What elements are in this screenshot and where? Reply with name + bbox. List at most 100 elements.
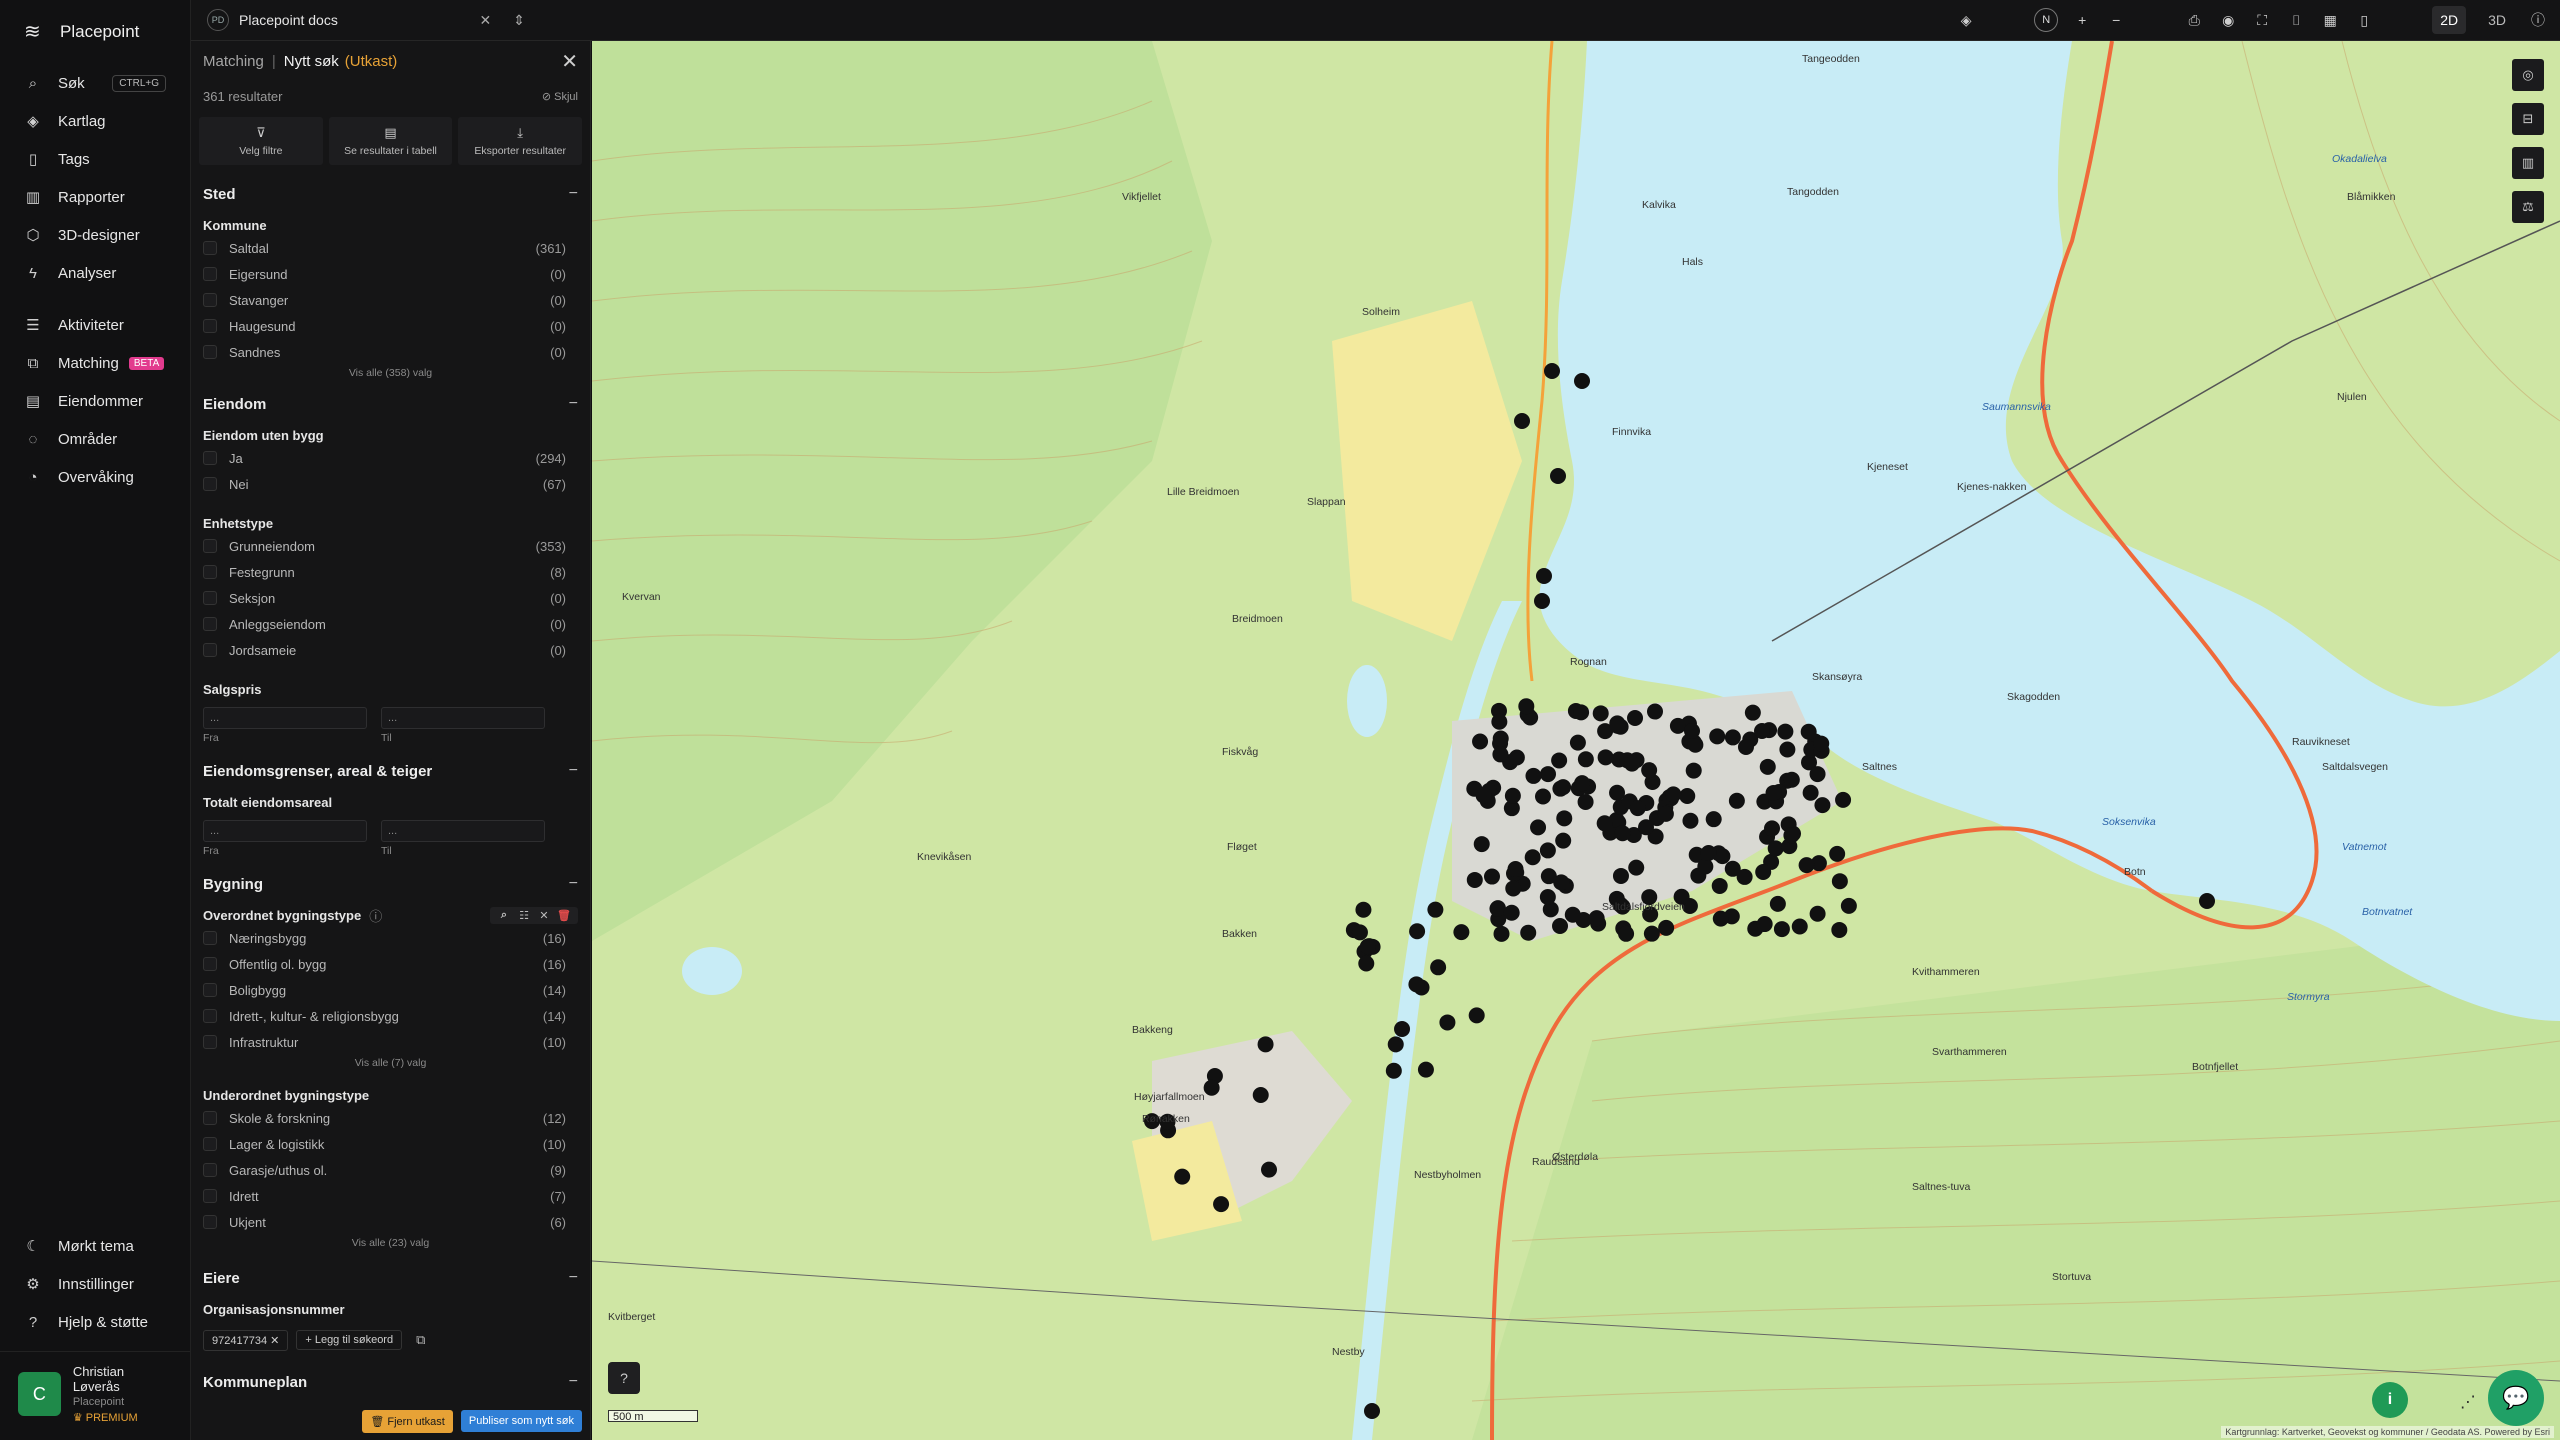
result-point[interactable] <box>1540 868 1557 885</box>
result-point[interactable] <box>1427 901 1444 918</box>
result-point[interactable] <box>1612 867 1629 884</box>
checkbox[interactable] <box>203 477 217 491</box>
result-point[interactable] <box>1409 923 1426 940</box>
result-point[interactable] <box>1439 1014 1456 1031</box>
result-point[interactable] <box>1539 889 1556 906</box>
result-point[interactable] <box>1629 800 1646 817</box>
nav-item-kartlag[interactable]: ◈ Kartlag <box>0 102 190 140</box>
nav-item-eiendommer[interactable]: ▤ Eiendommer <box>0 382 190 420</box>
map-canvas[interactable] <box>592 41 2560 1440</box>
result-point[interactable] <box>1724 729 1741 746</box>
result-point[interactable] <box>1385 1062 1402 1079</box>
result-point[interactable] <box>2199 893 2215 909</box>
result-point[interactable] <box>1492 746 1509 763</box>
result-point[interactable] <box>1783 827 1800 844</box>
filter-option[interactable]: Ja (294) <box>191 445 590 471</box>
result-point[interactable] <box>1472 733 1489 750</box>
result-point[interactable] <box>1777 723 1794 740</box>
checkbox[interactable] <box>203 267 217 281</box>
result-point[interactable] <box>1569 734 1586 751</box>
result-point[interactable] <box>1468 1007 1485 1024</box>
filter-option[interactable]: Haugesund (0) <box>191 313 590 339</box>
map-view[interactable]: Tangeodden Vikfjellet Tangodden Kalvika Hals… <box>592 41 2560 1440</box>
grid-icon[interactable]: ▦ <box>2320 10 2340 30</box>
result-point[interactable] <box>1453 924 1470 941</box>
checkbox[interactable] <box>203 1009 217 1023</box>
add-keyword-button[interactable]: + Legg til søkeord <box>296 1330 403 1350</box>
result-point[interactable] <box>1705 811 1722 828</box>
section-eiendomsgrenser[interactable]: Eiendomsgrenser, areal & teiger − <box>191 760 590 782</box>
section-eiere[interactable]: Eiere − <box>191 1267 590 1289</box>
collapse-icon[interactable]: − <box>569 185 578 203</box>
result-point[interactable] <box>1539 842 1556 859</box>
result-point[interactable] <box>1800 723 1817 740</box>
result-point[interactable] <box>1769 895 1786 912</box>
result-point[interactable] <box>1257 1036 1274 1053</box>
filter-option[interactable]: Jordsameie (0) <box>191 637 590 663</box>
result-point[interactable] <box>1387 1036 1404 1053</box>
filter-option[interactable]: Idrett (7) <box>191 1183 590 1209</box>
result-point[interactable] <box>1779 741 1796 758</box>
filter-option[interactable]: Festegrunn (8) <box>191 559 590 585</box>
print-icon[interactable]: ⎙ <box>2184 10 2204 30</box>
result-point[interactable] <box>1759 758 1776 775</box>
result-point[interactable] <box>1736 868 1753 885</box>
result-point[interactable] <box>1802 784 1819 801</box>
result-point[interactable] <box>1555 832 1572 849</box>
filter-option[interactable]: Lager & logistikk (10) <box>191 1131 590 1157</box>
areal-to-input[interactable]: ... <box>381 820 545 842</box>
nav-item-aktiviteter[interactable]: ☰ Aktiviteter <box>0 306 190 344</box>
filter-option[interactable]: Saltdal (361) <box>191 235 590 261</box>
result-point[interactable] <box>1614 825 1631 842</box>
checkbox[interactable] <box>203 293 217 307</box>
close-icon[interactable]: ✕ <box>536 909 552 922</box>
nav-item-overvaking[interactable]: ◔ Overvåking <box>0 458 190 496</box>
result-point[interactable] <box>1829 845 1846 862</box>
section-kommuneplan[interactable]: Kommuneplan − <box>191 1371 590 1393</box>
remove-draft-button[interactable]: 🗑 Fjern utkast <box>362 1409 453 1433</box>
eye-icon[interactable]: ◉ <box>2218 10 2238 30</box>
grip-icon[interactable]: ⋰ <box>2460 1392 2476 1412</box>
checkbox[interactable] <box>203 345 217 359</box>
result-point[interactable] <box>1687 736 1704 753</box>
publish-search-button[interactable]: Publiser som nytt søk <box>460 1410 582 1432</box>
checkbox[interactable] <box>203 1111 217 1125</box>
result-point[interactable] <box>1524 849 1541 866</box>
nav-item-3d-designer[interactable]: ⬡ 3D-designer <box>0 216 190 254</box>
list-icon[interactable]: ☷ <box>516 909 532 922</box>
result-point[interactable] <box>1658 919 1675 936</box>
salgspris-from-input[interactable]: ... <box>203 707 367 729</box>
checkbox[interactable] <box>203 643 217 657</box>
clear-icon[interactable]: ✕ <box>474 12 498 29</box>
result-point[interactable] <box>1394 1020 1411 1037</box>
result-point[interactable] <box>1609 717 1626 734</box>
result-point[interactable] <box>1638 819 1655 836</box>
select-filters-button[interactable]: ⊽ Velg filtre <box>199 117 323 165</box>
result-point[interactable] <box>1556 810 1573 827</box>
result-point[interactable] <box>1417 1061 1434 1078</box>
result-point[interactable] <box>1646 703 1663 720</box>
result-point[interactable] <box>1492 730 1509 747</box>
filter-option[interactable]: Nei (67) <box>191 471 590 497</box>
hide-button[interactable]: ⊘ Skjul <box>542 90 578 103</box>
result-point[interactable] <box>1355 901 1372 918</box>
result-point[interactable] <box>1505 880 1522 897</box>
nav-item-help[interactable]: ? Hjelp & støtte <box>0 1303 190 1341</box>
mode-3d-button[interactable]: 3D <box>2480 6 2514 34</box>
checkbox[interactable] <box>203 931 217 945</box>
result-point[interactable] <box>1597 749 1614 766</box>
result-point[interactable] <box>1493 925 1510 942</box>
checkbox[interactable] <box>203 565 217 579</box>
nav-item-tags[interactable]: ▯ Tags <box>0 140 190 178</box>
result-point[interactable] <box>1364 1403 1380 1419</box>
checkbox[interactable] <box>203 1189 217 1203</box>
result-point[interactable] <box>1618 925 1635 942</box>
result-point[interactable] <box>1609 784 1626 801</box>
result-point[interactable] <box>1764 820 1781 837</box>
checkbox[interactable] <box>203 1215 217 1229</box>
result-point[interactable] <box>1261 1161 1278 1178</box>
result-point[interactable] <box>1213 1196 1230 1213</box>
map-help-button[interactable]: ? <box>608 1362 640 1394</box>
checkbox[interactable] <box>203 451 217 465</box>
result-point[interactable] <box>1552 917 1569 934</box>
